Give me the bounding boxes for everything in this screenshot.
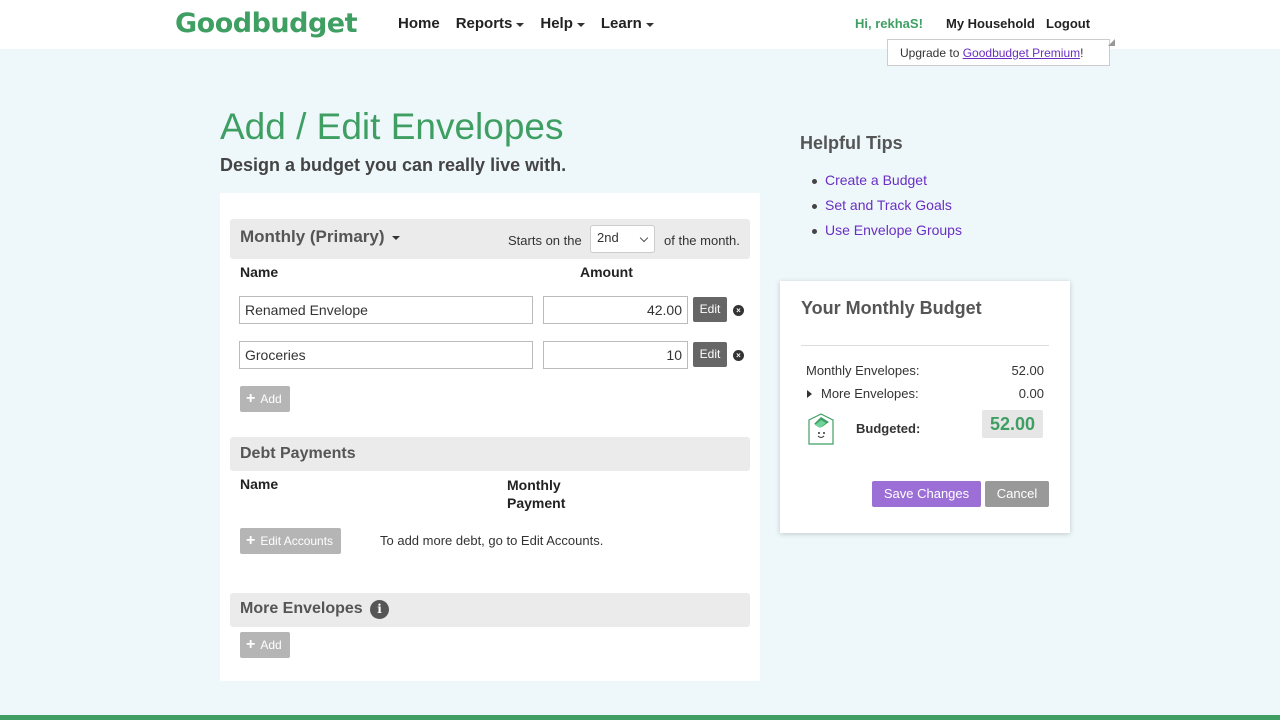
edit-envelope-button[interactable]: Edit bbox=[693, 342, 727, 367]
goodbudget-logo[interactable]: Goodbudget bbox=[175, 8, 358, 39]
tip-link[interactable]: Set and Track Goals bbox=[812, 197, 962, 222]
name-column-header: Name bbox=[240, 264, 279, 280]
nav-reports[interactable]: Reports bbox=[456, 15, 525, 32]
monthly-dropdown[interactable]: Monthly (Primary) bbox=[240, 227, 400, 247]
upgrade-suffix: ! bbox=[1080, 46, 1084, 60]
monthly-section-header: Monthly (Primary) Starts on the 2nd of t… bbox=[230, 219, 750, 259]
my-household-link[interactable]: My Household bbox=[946, 16, 1035, 31]
chevron-down-icon bbox=[391, 236, 400, 240]
banner-corner-icon bbox=[1108, 39, 1115, 46]
edit-accounts-label: Edit Accounts bbox=[260, 534, 334, 548]
chevron-down-icon bbox=[516, 22, 525, 27]
main-nav: Home Reports Help Learn bbox=[398, 15, 670, 32]
add-label: Add bbox=[260, 638, 282, 652]
monthly-title: Monthly (Primary) bbox=[240, 227, 385, 246]
debt-title: Debt Payments bbox=[240, 445, 356, 462]
envelope-name-input[interactable] bbox=[239, 296, 533, 324]
page-title: Add / Edit Envelopes bbox=[220, 106, 564, 147]
upgrade-prefix: Upgrade to bbox=[900, 46, 963, 60]
envelope-name-input[interactable] bbox=[239, 341, 533, 369]
chevron-down-icon bbox=[576, 22, 585, 27]
delete-envelope-icon[interactable]: × bbox=[733, 350, 744, 361]
divider bbox=[801, 345, 1049, 346]
debt-note: To add more debt, go to Edit Accounts. bbox=[380, 533, 604, 548]
add-more-envelope-button[interactable]: + Add bbox=[240, 632, 290, 658]
add-label: Add bbox=[260, 392, 282, 406]
budgeted-total: 52.00 bbox=[982, 410, 1043, 438]
nav-help-label: Help bbox=[540, 15, 573, 32]
save-changes-button[interactable]: Save Changes bbox=[872, 481, 981, 507]
footer-bar bbox=[0, 715, 1280, 720]
start-day-select[interactable]: 2nd bbox=[590, 225, 655, 253]
upgrade-banner: Upgrade to Goodbudget Premium! bbox=[887, 39, 1110, 66]
nav-learn-label: Learn bbox=[600, 15, 642, 32]
plus-icon: + bbox=[246, 636, 256, 653]
edit-accounts-button[interactable]: + Edit Accounts bbox=[240, 528, 342, 554]
nav-home[interactable]: Home bbox=[398, 15, 440, 32]
monthly-envelopes-value: 52.00 bbox=[1011, 363, 1044, 378]
plus-icon: + bbox=[246, 390, 256, 407]
edit-envelope-button[interactable]: Edit bbox=[693, 297, 727, 322]
of-month-label: of the month. bbox=[664, 233, 740, 248]
budget-panel-title: Your Monthly Budget bbox=[801, 298, 982, 318]
info-icon[interactable]: i bbox=[370, 600, 389, 619]
helpful-tips-list: Create a Budget Set and Track Goals Use … bbox=[812, 172, 962, 247]
start-day-value: 2nd bbox=[597, 230, 619, 245]
more-envelopes-section-header: More Envelopes i bbox=[230, 593, 750, 627]
plus-icon: + bbox=[246, 532, 256, 549]
amount-column-header: Amount bbox=[580, 264, 633, 280]
tip-link[interactable]: Create a Budget bbox=[812, 172, 962, 197]
more-envelopes-value: 0.00 bbox=[1018, 386, 1044, 401]
logo-text: Goodbudget bbox=[175, 8, 358, 39]
tip-link[interactable]: Use Envelope Groups bbox=[812, 222, 962, 247]
starts-on-label: Starts on the bbox=[508, 233, 582, 248]
budgeted-label: Budgeted: bbox=[856, 421, 921, 436]
envelope-amount-input[interactable] bbox=[543, 296, 688, 324]
more-envelopes-label[interactable]: More Envelopes: bbox=[821, 386, 919, 401]
envelope-mascot-icon bbox=[808, 413, 834, 445]
monthly-budget-panel: Your Monthly Budget Monthly Envelopes: 5… bbox=[780, 281, 1070, 533]
nav-help[interactable]: Help bbox=[540, 15, 585, 32]
logout-link[interactable]: Logout bbox=[1046, 16, 1090, 31]
envelope-amount-input[interactable] bbox=[543, 341, 688, 369]
debt-section-header: Debt Payments bbox=[230, 437, 750, 471]
nav-home-label: Home bbox=[398, 15, 440, 32]
envelopes-card: Monthly (Primary) Starts on the 2nd of t… bbox=[220, 193, 760, 681]
premium-link[interactable]: Goodbudget Premium bbox=[963, 46, 1080, 60]
monthly-payment-line2: Payment bbox=[507, 495, 566, 511]
debt-name-column-header: Name bbox=[240, 476, 279, 492]
monthly-envelopes-label: Monthly Envelopes: bbox=[806, 363, 920, 378]
helpful-tips-title: Helpful Tips bbox=[800, 133, 903, 153]
expand-triangle-icon[interactable] bbox=[807, 390, 812, 398]
monthly-payment-column-header: Monthly Payment bbox=[507, 476, 565, 512]
cancel-button[interactable]: Cancel bbox=[985, 481, 1049, 507]
user-greeting[interactable]: Hi, rekhaS! bbox=[855, 16, 923, 31]
delete-envelope-icon[interactable]: × bbox=[733, 305, 744, 316]
monthly-payment-line1: Monthly bbox=[507, 477, 561, 493]
chevron-down-icon bbox=[639, 233, 649, 243]
nav-learn[interactable]: Learn bbox=[601, 15, 654, 32]
page-subtitle: Design a budget you can really live with… bbox=[220, 155, 567, 175]
add-monthly-envelope-button[interactable]: + Add bbox=[240, 386, 290, 412]
chevron-down-icon bbox=[645, 22, 654, 27]
nav-reports-label: Reports bbox=[455, 15, 513, 32]
more-envelopes-title: More Envelopes bbox=[240, 600, 363, 617]
